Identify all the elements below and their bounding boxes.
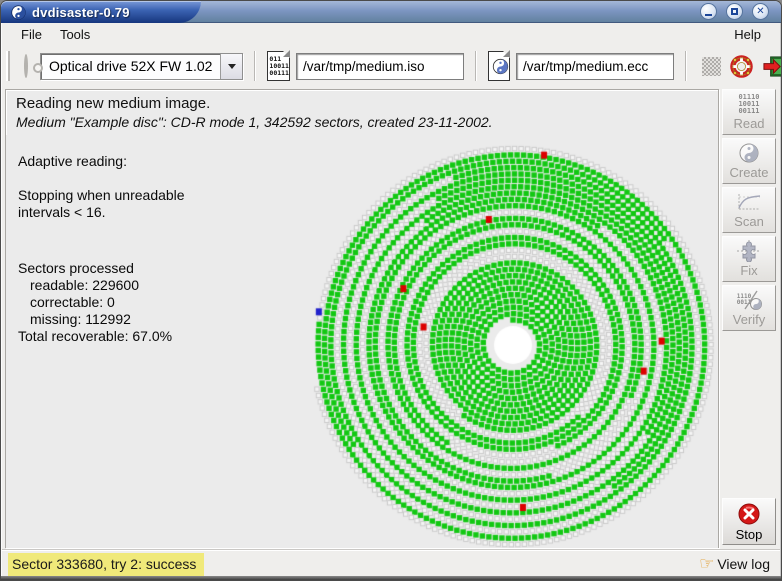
stopping-condition-line2: intervals < 16. [18, 204, 185, 221]
close-button[interactable]: ✕ [752, 3, 769, 20]
chevron-down-icon [228, 64, 236, 69]
sectors-correctable: correctable: 0 [18, 294, 185, 311]
scan-button[interactable]: Scan [722, 187, 776, 233]
operation-title: Reading new medium image. [16, 95, 708, 112]
read-button-label: Read [733, 116, 764, 131]
drive-select-value: Optical drive 52X FW 1.02 [41, 58, 220, 74]
close-icon: ✕ [756, 6, 764, 17]
maximize-icon [731, 8, 738, 15]
medium-info: Medium "Example disc": CD-R mode 1, 3425… [16, 114, 708, 130]
fix-button[interactable]: Fix [722, 236, 776, 282]
preferences-icon-disabled [702, 57, 721, 76]
fix-puzzle-icon [737, 240, 761, 262]
scan-button-label: Scan [734, 214, 764, 229]
toolbar-separator [475, 51, 477, 81]
create-button[interactable]: Create [722, 138, 776, 184]
view-log-button[interactable]: ☞ View log [699, 556, 774, 572]
minimize-icon [705, 14, 712, 16]
window-bottom-edge [1, 576, 781, 580]
reading-info-panel: Adaptive reading: Stopping when unreadab… [18, 153, 185, 345]
titlebar[interactable]: dvdisaster-0.79 ✕ [1, 1, 781, 23]
app-yinyang-icon [11, 5, 26, 20]
sectors-missing: missing: 112992 [18, 311, 185, 328]
drive-select-dropdown-button[interactable] [220, 54, 242, 79]
minimize-button[interactable] [700, 3, 717, 20]
create-yinyang-icon [739, 142, 759, 164]
ecc-file-input[interactable] [516, 53, 674, 80]
menu-help[interactable]: Help [725, 25, 770, 44]
toolbar: Optical drive 52X FW 1.02 011 10011 0011… [2, 45, 780, 87]
read-icon: 01110 10011 00111 [738, 93, 759, 115]
sectors-readable: readable: 229600 [18, 277, 185, 294]
image-file-icon-bits-3: 00111 [269, 70, 289, 77]
menubar: File Tools Help [2, 23, 780, 45]
total-recoverable: Total recoverable: 67.0% [18, 328, 185, 345]
stopping-condition-line1: Stopping when unreadable [18, 187, 185, 204]
quit-icon[interactable] [762, 55, 782, 78]
read-button[interactable]: 01110 10011 00111 Read [722, 89, 776, 135]
ecc-file-icon [488, 51, 510, 81]
action-sidebar: 01110 10011 00111 Read Create [722, 89, 778, 548]
create-button-label: Create [729, 165, 768, 180]
toolbar-grip [6, 51, 10, 81]
main-content-frame: Reading new medium image. Medium "Exampl… [5, 89, 719, 548]
stop-button[interactable]: Stop [722, 498, 776, 545]
view-log-label: View log [717, 556, 770, 572]
maximize-button[interactable] [726, 3, 743, 20]
adaptive-reading-title: Adaptive reading: [18, 153, 185, 170]
status-message: Sector 333680, try 2: success [8, 553, 204, 576]
image-file-icon: 011 10011 00111 [267, 51, 290, 81]
verify-icon: 1110 0011 [737, 289, 761, 311]
operation-header: Reading new medium image. Medium "Exampl… [6, 90, 718, 137]
dvdisaster-window: dvdisaster-0.79 ✕ File Tools Help Optica… [0, 0, 782, 581]
sectors-processed-title: Sectors processed [18, 260, 185, 277]
image-file-input[interactable] [296, 53, 464, 80]
stop-button-label: Stop [736, 527, 763, 542]
drive-select[interactable]: Optical drive 52X FW 1.02 [40, 53, 243, 80]
window-title: dvdisaster-0.79 [32, 5, 130, 20]
scan-curve-icon [736, 191, 762, 213]
toolbar-separator [254, 51, 256, 81]
optical-disc-icon [24, 54, 28, 78]
hand-pointer-icon: ☞ [699, 557, 714, 571]
statusbar: Sector 333680, try 2: success ☞ View log [2, 549, 780, 578]
fix-button-label: Fix [740, 263, 757, 278]
verify-button[interactable]: 1110 0011 Verify [722, 285, 776, 331]
help-lifebuoy-icon[interactable] [730, 55, 753, 78]
sector-visualization-area: Adaptive reading: Stopping when unreadab… [6, 135, 718, 548]
verify-button-label: Verify [733, 312, 766, 327]
toolbar-separator [685, 51, 687, 81]
menu-file[interactable]: File [12, 25, 51, 44]
menu-tools[interactable]: Tools [51, 25, 99, 44]
stop-icon [737, 502, 761, 526]
titlebar-tab: dvdisaster-0.79 [1, 1, 201, 23]
